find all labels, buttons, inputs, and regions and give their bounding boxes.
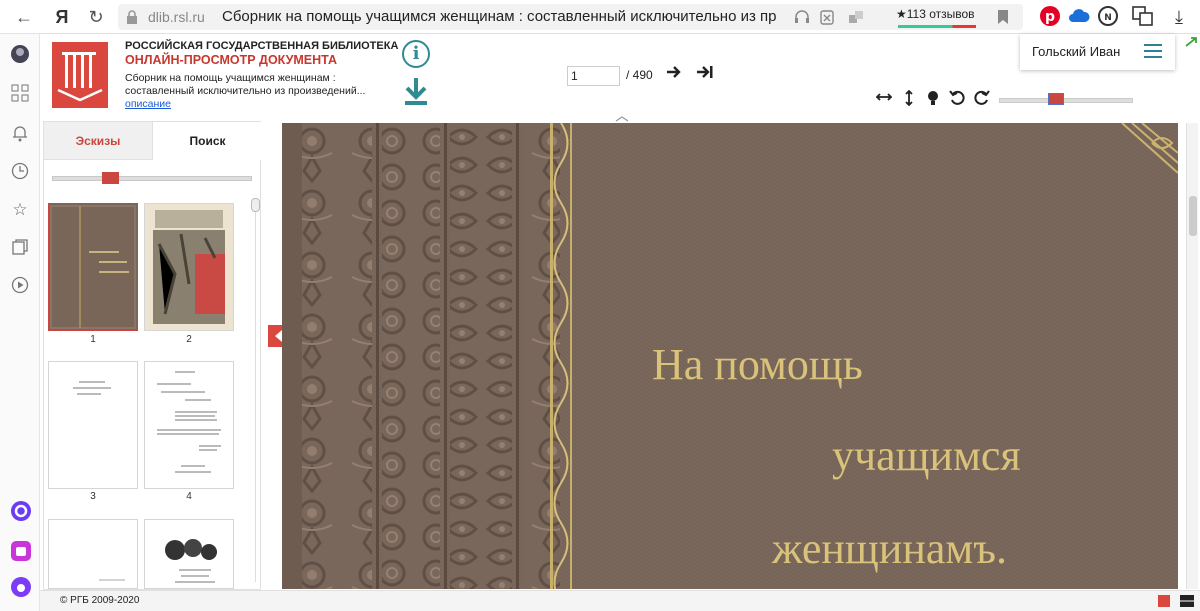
book-cover-image: На помощь учащимся женщинамъ. — [282, 123, 1178, 589]
rsl-logo[interactable] — [52, 42, 108, 108]
last-page-icon[interactable] — [696, 65, 714, 82]
collections-icon[interactable] — [10, 238, 30, 258]
cover-line-3: женщинамъ. — [771, 524, 1007, 573]
doc-description-text: Сборник на помощь учащимся женщинам : со… — [125, 72, 366, 97]
bell-icon[interactable] — [10, 124, 30, 144]
page-title: Сборник на помощь учащимся женщинам : со… — [222, 8, 777, 25]
alice-icon[interactable] — [10, 576, 31, 597]
resize-corner-icon[interactable] — [1184, 36, 1198, 48]
cover-line-2: учащимся — [832, 431, 1021, 480]
red-theme-swatch[interactable] — [1158, 595, 1170, 607]
library-name: РОССИЙСКАЯ ГОСУДАРСТВЕННАЯ БИБЛИОТЕКА — [125, 40, 399, 52]
dark-theme-swatch[interactable] — [1180, 595, 1194, 607]
reviews-rating-bar — [898, 25, 976, 28]
bookmark-icon[interactable] — [998, 10, 1008, 24]
pinterest-icon[interactable]: p — [1040, 6, 1060, 26]
thumbnail-number: 1 — [90, 334, 96, 345]
zoom-slider-handle[interactable] — [1048, 93, 1064, 105]
next-page-icon[interactable] — [666, 65, 682, 82]
page-number-input[interactable]: 1 — [567, 66, 620, 86]
thumbnail-size-handle[interactable] — [102, 172, 119, 184]
thumbnail-number: 2 — [186, 334, 192, 345]
footer: © РГБ 2009-2020 — [40, 590, 1200, 611]
thumbnail-panel: Эскизы Поиск 1 2 3 4 — [43, 121, 262, 590]
cloud-icon[interactable] — [1068, 8, 1090, 24]
url-domain: dlib.rsl.ru — [148, 9, 205, 25]
description-link[interactable]: описание — [125, 98, 171, 110]
page-total: / 490 — [626, 68, 653, 82]
copyright: © РГБ 2009-2020 — [60, 595, 140, 606]
download-icon[interactable]: ⤓ — [1167, 5, 1191, 29]
back-arrow-icon[interactable]: ← — [12, 5, 36, 29]
alice-search-icon[interactable] — [10, 500, 31, 521]
rotate-right-icon[interactable] — [974, 90, 990, 111]
thumbnail-page-4[interactable] — [144, 361, 234, 489]
translate-icon[interactable] — [1132, 6, 1154, 26]
thumbnail-number: 3 — [90, 491, 96, 502]
fit-width-icon[interactable] — [875, 90, 893, 109]
news-icon[interactable]: N — [1098, 6, 1118, 26]
tab-thumbnails[interactable]: Эскизы — [44, 122, 153, 160]
protect-icon[interactable] — [848, 9, 864, 25]
thumbnail-page-6[interactable] — [144, 519, 234, 589]
reviews-label: ★113 отзывов — [896, 7, 975, 21]
messenger-icon[interactable] — [10, 540, 31, 561]
headphones-icon[interactable] — [794, 10, 810, 24]
browser-toolbar: ← Я ↻ dlib.rsl.ru Сборник на помощь учащ… — [0, 0, 1200, 34]
fit-height-icon[interactable] — [903, 89, 915, 111]
thumbnail-size-slider[interactable] — [52, 176, 252, 181]
thumbnail-page-2[interactable] — [144, 203, 234, 331]
browser-sidebar: ☆ — [0, 34, 40, 611]
lock-icon — [127, 10, 137, 24]
menu-hamburger-icon[interactable] — [1144, 44, 1162, 58]
user-menu[interactable]: Гольский Иван — [1020, 34, 1175, 70]
rotate-left-icon[interactable] — [949, 90, 965, 111]
info-button[interactable]: i — [402, 40, 430, 68]
viewer-top-arrow-icon[interactable] — [614, 116, 630, 122]
thumbnail-page-3[interactable] — [48, 361, 138, 489]
thumbnail-page-5[interactable] — [48, 519, 138, 589]
history-clock-icon[interactable] — [10, 162, 30, 182]
star-icon[interactable]: ☆ — [10, 200, 30, 220]
download-icon — [405, 78, 427, 105]
lightbulb-icon[interactable] — [927, 90, 939, 111]
reviews-badge[interactable]: ★113 отзывов — [896, 7, 996, 28]
document-page-view[interactable]: На помощь учащимся женщинамъ. — [282, 123, 1178, 589]
viewer-scrollbar-track[interactable] — [1186, 123, 1198, 589]
yandex-logo[interactable]: Я — [50, 5, 74, 29]
reload-icon[interactable]: ↻ — [84, 5, 108, 29]
viewer-scrollbar-thumb[interactable] — [1189, 196, 1197, 236]
zoom-slider[interactable] — [999, 98, 1133, 103]
thumbnail-number: 4 — [186, 491, 192, 502]
address-bar[interactable]: dlib.rsl.ru Сборник на помощь учащимся ж… — [118, 4, 1023, 30]
user-name: Гольский Иван — [1032, 44, 1121, 59]
thumbnail-scrollbar-thumb[interactable] — [251, 198, 260, 212]
svg-text:p: p — [1045, 9, 1055, 25]
tab-search[interactable]: Поиск — [153, 122, 262, 160]
cover-line-1: На помощь — [652, 340, 863, 389]
profile-avatar[interactable] — [10, 44, 30, 64]
library-subtitle: ОНЛАЙН-ПРОСМОТР ДОКУМЕНТА — [125, 53, 338, 67]
svg-text:N: N — [1104, 13, 1112, 23]
download-document-button[interactable] — [403, 76, 429, 106]
thumbnail-scrollbar-track[interactable] — [255, 212, 256, 582]
play-icon[interactable] — [10, 276, 30, 296]
document-description: Сборник на помощь учащимся женщинам : со… — [125, 72, 395, 111]
apps-grid-icon[interactable] — [10, 84, 30, 104]
extension-icon[interactable] — [820, 9, 834, 25]
thumbnail-page-1[interactable] — [48, 203, 138, 331]
